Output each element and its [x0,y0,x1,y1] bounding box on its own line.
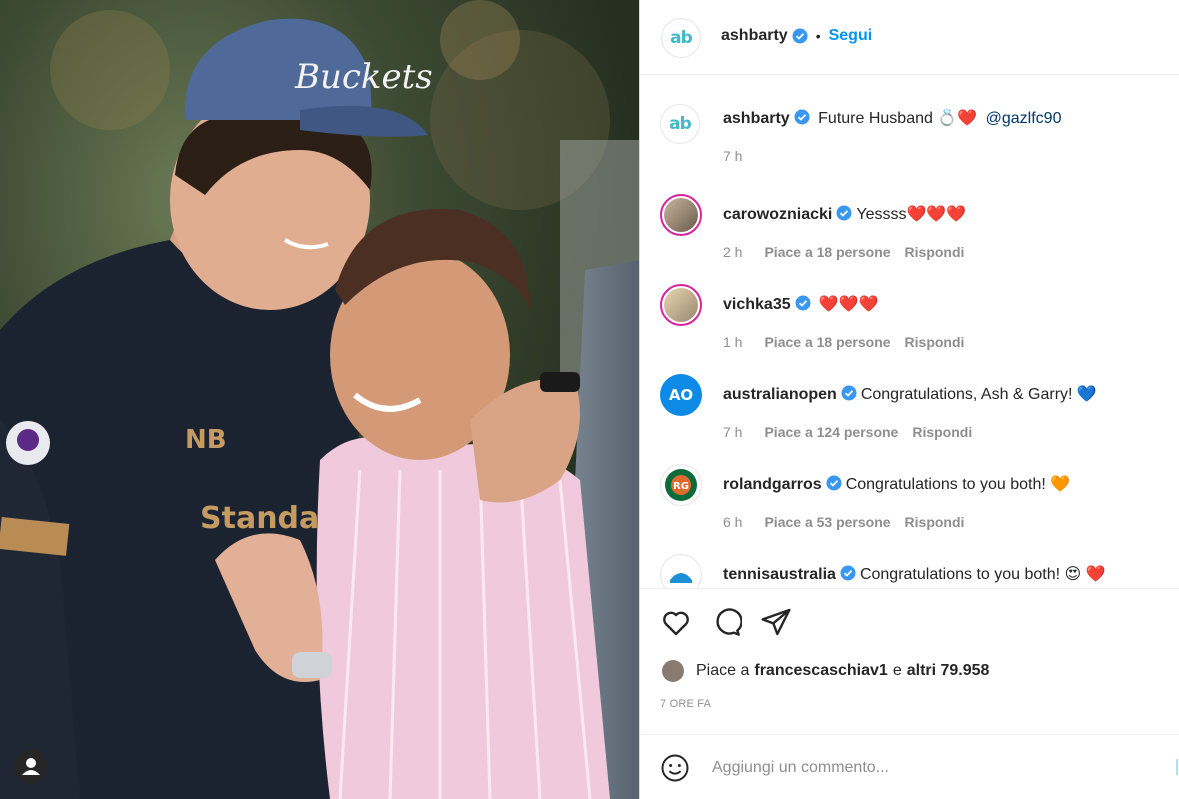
comment-username[interactable]: vichka35 [723,296,791,313]
caption-time: 7 h [723,148,743,164]
commenter-avatar[interactable]: AO [660,374,702,416]
svg-text:NB: NB [185,425,227,455]
liker-avatar [662,660,684,682]
cap-logo-text: Buckets [294,57,433,97]
ao-logo: AO [668,386,694,404]
liker-username[interactable]: francescaschiav1 [754,662,887,680]
comment-time: 7 h [723,424,743,440]
roland-garros-logo-icon: RG [665,469,697,501]
author-avatar[interactable]: ab [661,18,701,58]
verified-badge-icon [836,205,852,221]
commenter-avatar[interactable] [660,554,702,588]
caption-username[interactable]: ashbarty [723,110,790,127]
actions-divider [640,588,1179,590]
verified-badge-icon [792,28,808,44]
comment-input[interactable] [710,753,1144,783]
reply-button[interactable]: Rispondi [905,514,965,530]
reply-button[interactable]: Rispondi [905,334,965,350]
user-tag-icon [22,758,40,775]
photo-illustration: NB Buckets Standard Chartered [0,0,639,799]
commenter-avatar[interactable] [660,194,702,236]
comment-likes[interactable]: Piace a 18 persone [764,244,890,260]
post-time-ago[interactable]: 7 ORE FA [660,698,711,710]
comment-text: Congratulations, Ash & Garry! 💙 [860,386,1097,403]
verified-badge-icon [840,565,856,581]
verified-badge-icon [794,109,810,125]
add-comment-bar [640,734,1179,799]
comment-username[interactable]: australianopen [723,386,837,403]
user-tag-button[interactable] [14,750,48,784]
smiley-icon[interactable] [660,753,690,783]
commenter-avatar[interactable] [660,284,702,326]
comments-list[interactable]: ab ashbarty Future Husband 💍❤️ @gazlfc90… [640,76,1179,588]
likes-conj: e [892,662,902,679]
author-username[interactable]: ashbarty [721,27,788,45]
heart-icon[interactable] [660,606,692,638]
post-photo[interactable]: NB Buckets Standard Chartered [0,0,639,799]
header-separator: • [815,28,821,44]
comment-likes[interactable]: Piace a 124 persone [764,424,898,440]
likes-others[interactable]: altri 79.958 [907,662,990,680]
comment-likes[interactable]: Piace a 53 persone [764,514,890,530]
caption-avatar[interactable]: ab [660,104,700,144]
comment-text: Congratulations to you both! 🧡 [845,476,1071,493]
caption-emoji: 💍❤️ [937,110,978,127]
comment-likes[interactable]: Piace a 18 persone [764,334,890,350]
comment-time: 6 h [723,514,743,530]
likes-summary[interactable]: Piace a francescaschiav1 e altri 79.958 [662,660,989,682]
caption-mention[interactable]: @gazlfc90 [986,110,1062,127]
tennis-australia-logo-icon [670,573,692,583]
post-detail-panel: ab ashbarty • Segui ab ashbarty Future H… [639,0,1179,799]
comment-username[interactable]: carowozniacki [723,206,832,223]
reply-button[interactable]: Rispondi [905,244,965,260]
comment-text: ❤️❤️❤️ [818,296,879,313]
comment-text: Congratulations to you both! 😍 ❤️ [859,566,1106,583]
commenter-avatar[interactable]: RG [660,464,702,506]
caption-text: Future Husband [818,110,933,127]
verified-badge-icon [841,385,857,401]
comment-time: 2 h [723,244,743,260]
paper-plane-icon[interactable] [760,606,792,638]
ab-logo: ab [670,28,693,48]
verified-badge-icon [826,475,842,491]
ab-logo: ab [669,114,692,134]
comment-text: Yessss❤️❤️❤️ [856,206,967,223]
post-header: ab ashbarty • Segui [640,0,1179,75]
likes-prefix: Piace a [696,662,750,679]
svg-text:RG: RG [673,481,689,492]
comment-time: 1 h [723,334,743,350]
reply-button[interactable]: Rispondi [912,424,972,440]
comment-icon[interactable] [710,606,742,638]
post-button-edge[interactable] [1176,759,1178,775]
comment-username[interactable]: rolandgarros [723,476,822,493]
verified-badge-icon [795,295,811,311]
comment-username[interactable]: tennisaustralia [723,566,836,583]
follow-button[interactable]: Segui [829,27,873,45]
